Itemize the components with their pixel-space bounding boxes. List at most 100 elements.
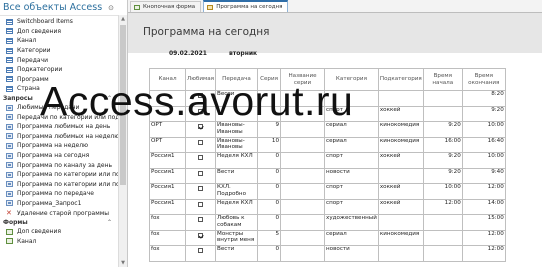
cell-start-time[interactable]: 9:20	[422, 167, 463, 184]
col-header-favorite[interactable]: Любимая	[184, 68, 217, 91]
cell-end-time[interactable]: 12:00	[461, 229, 506, 246]
col-header-channel[interactable]: Канал	[149, 68, 186, 91]
table-row[interactable]: Россия1 КХЛ. Подробно 0 спорт хоккей 10:00 12:…	[149, 183, 506, 200]
cell-show[interactable]: Неделя КХЛ	[215, 198, 259, 215]
cell-channel[interactable]: Россия1	[149, 167, 186, 184]
cell-category[interactable]: новости	[324, 245, 379, 262]
nav-item[interactable]: Канал	[0, 236, 118, 246]
table-row[interactable]: fox Монстры внутри меня 5 сериал кинокомедия…	[149, 229, 506, 246]
favorite-checkbox[interactable]	[198, 248, 203, 253]
nav-item[interactable]: Доп сведения	[0, 227, 118, 237]
cell-start-time[interactable]: 10:00	[422, 183, 463, 200]
cell-subcategory[interactable]: кинокомедия	[377, 121, 424, 138]
nav-item[interactable]: Программа по каналу за день	[0, 160, 118, 170]
cell-episode[interactable]: 0	[257, 183, 282, 200]
cell-channel[interactable]: Россия1	[149, 198, 186, 215]
nav-item[interactable]: Программа_Запрос1	[0, 199, 118, 209]
col-header-show[interactable]: Передача	[215, 68, 259, 91]
favorite-checkbox[interactable]	[198, 139, 203, 145]
nav-item[interactable]: Передачи по категории или подкате...	[0, 112, 118, 122]
cell-episode[interactable]	[257, 105, 282, 122]
cell-show[interactable]: Вести	[215, 167, 259, 184]
cell-start-time[interactable]: 12:00	[422, 198, 463, 215]
col-header-start-time[interactable]: Время начала	[422, 68, 463, 91]
cell-episode[interactable]: 0	[257, 214, 282, 231]
nav-item[interactable]: Программа по категории или подкат...	[0, 180, 118, 190]
cell-episode[interactable]: 10	[257, 136, 282, 153]
nav-item[interactable]: Подкатегории	[0, 65, 118, 75]
cell-end-time[interactable]: 14:00	[461, 198, 506, 215]
scroll-down-icon[interactable]: ▼	[119, 259, 127, 267]
cell-channel[interactable]: Россия1	[149, 183, 186, 200]
cell-episode[interactable]: 0	[257, 198, 282, 215]
cell-episode-name[interactable]	[280, 214, 326, 231]
cell-start-time[interactable]	[422, 214, 463, 231]
cell-start-time[interactable]	[422, 105, 463, 122]
cell-subcategory[interactable]: кинокомедия	[377, 229, 424, 246]
tab-switchboard[interactable]: Кнопочная форма	[130, 1, 202, 12]
cell-end-time[interactable]: 12:00	[461, 245, 506, 262]
cell-start-time[interactable]: 16:00	[422, 136, 463, 153]
cell-episode[interactable]	[257, 90, 282, 107]
cell-subcategory[interactable]	[377, 245, 424, 262]
nav-item[interactable]: Программа на неделю	[0, 141, 118, 151]
cell-channel[interactable]: ОРТ	[149, 121, 186, 138]
cell-show[interactable]: Любовь к собакам	[215, 214, 259, 231]
tab-program-today[interactable]: Программа на сегодня	[203, 0, 289, 12]
cell-subcategory[interactable]	[377, 167, 424, 184]
cell-show[interactable]	[215, 105, 259, 122]
scroll-up-icon[interactable]: ▲	[119, 15, 127, 23]
cell-channel[interactable]	[149, 90, 186, 107]
cell-category[interactable]: сериал	[324, 121, 379, 138]
cell-subcategory[interactable]: хоккей	[377, 198, 424, 215]
table-row[interactable]: ОРТ Ивановы-Ивановы 10 сериал кинокомедия 16:…	[149, 136, 506, 153]
favorite-checkbox[interactable]	[198, 217, 203, 222]
table-row[interactable]: спорт хоккей 9:20	[149, 105, 506, 122]
cell-subcategory[interactable]: хоккей	[377, 152, 424, 169]
col-header-end-time[interactable]: Время окончания	[461, 68, 506, 91]
cell-category[interactable]: новости	[324, 167, 379, 184]
cell-show[interactable]: КХЛ. Подробно	[215, 183, 259, 200]
cell-end-time[interactable]: 10:00	[461, 121, 506, 138]
favorite-checkbox[interactable]	[198, 232, 203, 238]
col-header-category[interactable]: Категория	[324, 68, 379, 91]
cell-channel[interactable]: ОРТ	[149, 136, 186, 153]
cell-episode-name[interactable]	[280, 136, 326, 153]
table-row[interactable]: fox Любовь к собакам 0 художественный 15:00	[149, 214, 506, 231]
nav-item[interactable]: Switchboard Items	[0, 17, 118, 27]
cell-show[interactable]: Ивановы-Ивановы	[215, 136, 259, 153]
cell-end-time[interactable]: 9:40	[461, 167, 506, 184]
nav-item[interactable]: Программа любимых на день	[0, 122, 118, 132]
cell-episode-name[interactable]	[280, 167, 326, 184]
nav-item[interactable]: Доп сведения	[0, 27, 118, 37]
cell-episode-name[interactable]	[280, 198, 326, 215]
cell-episode-name[interactable]	[280, 152, 326, 169]
cell-end-time[interactable]: 15:00	[461, 214, 506, 231]
table-row[interactable]: fox Вести 0 новости 12:00	[149, 245, 506, 262]
col-header-subcategory[interactable]: Подкатегория	[377, 68, 424, 91]
cell-subcategory[interactable]: хоккей	[377, 105, 424, 122]
nav-item[interactable]: Канал	[0, 36, 118, 46]
cell-start-time[interactable]: 9:20	[422, 152, 463, 169]
cell-channel[interactable]	[149, 105, 186, 122]
cell-category[interactable]: сериал	[324, 229, 379, 246]
cell-category[interactable]: спорт	[324, 198, 379, 215]
nav-scrollbar[interactable]: ▲ ▼	[118, 15, 127, 267]
cell-episode-name[interactable]	[280, 245, 326, 262]
col-header-episode-name[interactable]: Название серии	[280, 68, 326, 91]
cell-show[interactable]: Вести	[215, 90, 259, 107]
cell-episode[interactable]: 0	[257, 167, 282, 184]
nav-item[interactable]: Любимые передачи	[0, 103, 118, 113]
cell-channel[interactable]: fox	[149, 229, 186, 246]
cell-end-time[interactable]: 9:20	[461, 105, 506, 122]
nav-item[interactable]: Программа по категории или подкат...	[0, 170, 118, 180]
cell-episode-name[interactable]	[280, 229, 326, 246]
cell-subcategory[interactable]: хоккей	[377, 183, 424, 200]
table-row[interactable]: Россия1 Неделя КХЛ 0 спорт хоккей 9:20 10:00	[149, 152, 506, 169]
cell-end-time[interactable]: 12:00	[461, 183, 506, 200]
nav-item[interactable]: Программа любимых на неделю	[0, 132, 118, 142]
cell-subcategory[interactable]	[377, 214, 424, 231]
table-row[interactable]: Россия1 Неделя КХЛ 0 спорт хоккей 12:00 14:00	[149, 198, 506, 215]
cell-category[interactable]: художественный	[324, 214, 379, 231]
table-row[interactable]: Россия1 Вести 0 новости 9:20 9:40	[149, 167, 506, 184]
